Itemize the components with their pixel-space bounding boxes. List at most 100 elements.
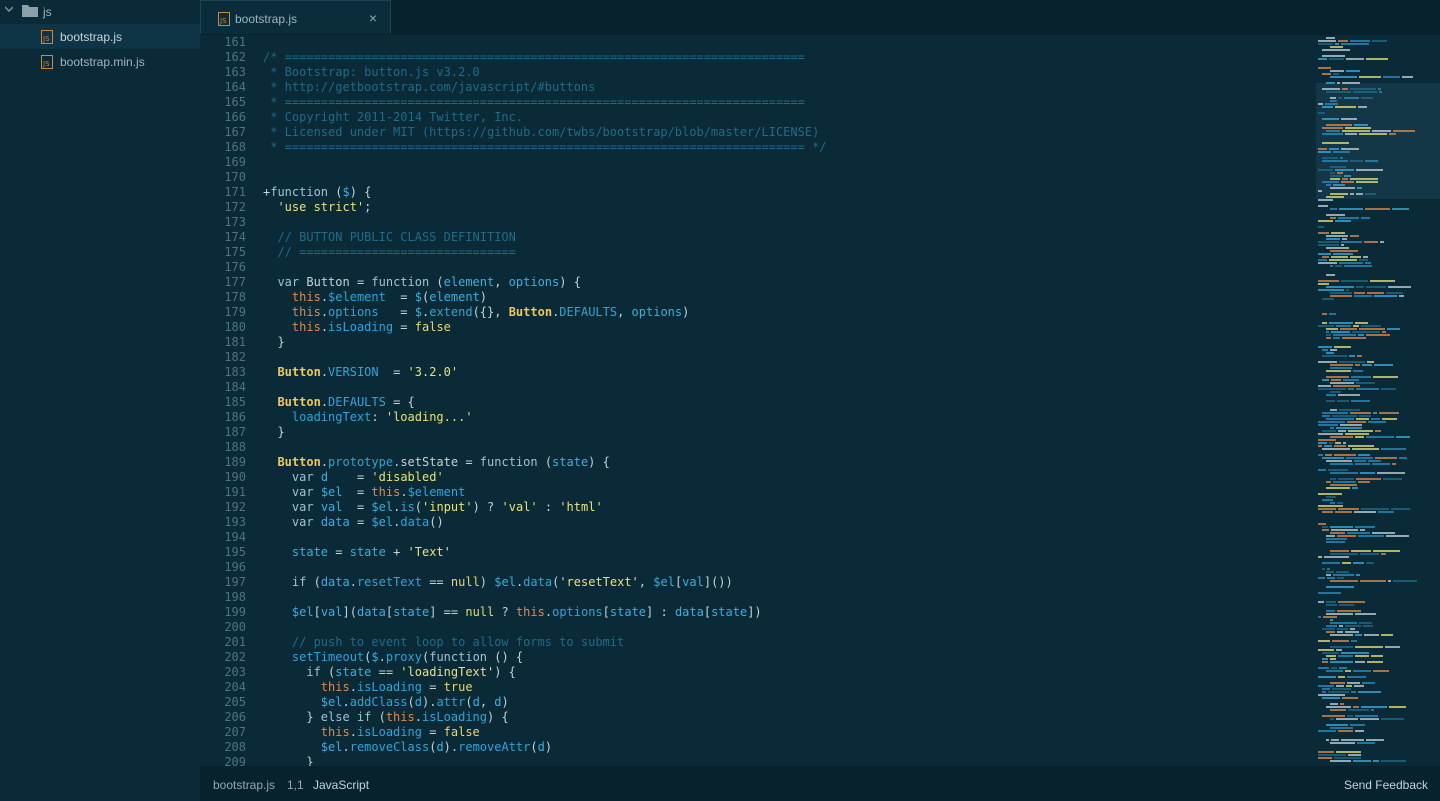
minimap-code-mark: [1322, 118, 1339, 120]
code-line[interactable]: 173: [200, 215, 1310, 230]
token: ): [501, 695, 509, 709]
code-line[interactable]: 207 this.isLoading = false: [200, 725, 1310, 740]
minimap-code-mark: [1341, 739, 1364, 741]
chevron-down-icon[interactable]: [5, 5, 13, 13]
code-line[interactable]: 201 // push to event loop to allow forms…: [200, 635, 1310, 650]
token: Button: [508, 305, 553, 319]
token: ) {: [487, 710, 509, 724]
code-line[interactable]: 177 var Button = function (element, opti…: [200, 275, 1310, 290]
code-line[interactable]: 166 * Copyright 2011-2014 Twitter, Inc.: [200, 110, 1310, 125]
code-line[interactable]: 181 }: [200, 335, 1310, 350]
code-line[interactable]: 164 * http://getbootstrap.com/javascript…: [200, 80, 1310, 95]
code-line[interactable]: 199 $el[val](data[state] == null ? this.…: [200, 605, 1310, 620]
code-line[interactable]: 188: [200, 440, 1310, 455]
code-line[interactable]: 195 state = state + 'Text': [200, 545, 1310, 560]
code-line[interactable]: 190 var d = 'disabled': [200, 470, 1310, 485]
code-editor[interactable]: 161 162 /* ===============================…: [200, 35, 1310, 766]
code-line[interactable]: 184: [200, 380, 1310, 395]
code-line[interactable]: 209 }: [200, 755, 1310, 766]
minimap-code-mark: [1353, 760, 1371, 762]
token: isLoading: [328, 320, 394, 334]
code-line[interactable]: 197 if (data.resetText == null) $el.data…: [200, 575, 1310, 590]
code-line[interactable]: 169: [200, 155, 1310, 170]
line-source: this.isLoading = false: [263, 725, 480, 740]
minimap-code-mark: [1351, 376, 1371, 378]
code-line[interactable]: 174 // BUTTON PUBLIC CLASS DEFINITION: [200, 230, 1310, 245]
code-line[interactable]: 161: [200, 35, 1310, 50]
code-line[interactable]: 171 +function ($) {: [200, 185, 1310, 200]
status-cursor-position[interactable]: 1,1: [287, 778, 304, 792]
code-line[interactable]: 165 * ==================================…: [200, 95, 1310, 110]
token: options: [631, 305, 683, 319]
code-line[interactable]: 193 var data = $el.data(): [200, 515, 1310, 530]
minimap-code-mark: [1336, 571, 1349, 573]
code-line[interactable]: 208 $el.removeClass(d).removeAttr(d): [200, 740, 1310, 755]
code-line[interactable]: 189 Button.prototype.setState = function…: [200, 455, 1310, 470]
line-number: 196: [224, 560, 246, 574]
code-line[interactable]: 162 /* ==================================…: [200, 50, 1310, 65]
code-line[interactable]: 204 this.isLoading = true: [200, 680, 1310, 695]
token: ] ==: [429, 605, 466, 619]
code-line[interactable]: 172 'use strict';: [200, 200, 1310, 215]
code-line[interactable]: 191 var $el = this.$element: [200, 485, 1310, 500]
minimap-code-mark: [1355, 646, 1383, 648]
token: =: [378, 365, 408, 379]
code-line[interactable]: 168 * ==================================…: [200, 140, 1310, 155]
code-line[interactable]: 192 var val = $el.is('input') ? 'val' : …: [200, 500, 1310, 515]
folder-js[interactable]: js: [0, 0, 200, 24]
code-line[interactable]: 183 Button.VERSION = '3.2.0': [200, 365, 1310, 380]
code-line[interactable]: 175 // ==============================: [200, 245, 1310, 260]
code-line[interactable]: 167 * Licensed under MIT (https://github…: [200, 125, 1310, 140]
minimap-code-mark: [1379, 412, 1399, 414]
status-language[interactable]: JavaScript: [313, 778, 369, 792]
minimap-code-mark: [1330, 166, 1346, 168]
minimap-code-mark: [1381, 448, 1406, 450]
code-line[interactable]: 179 this.options = $.extend({}, Button.D…: [200, 305, 1310, 320]
code-line[interactable]: 185 Button.DEFAULTS = {: [200, 395, 1310, 410]
minimap-code-mark: [1330, 634, 1353, 636]
line-number: 194: [224, 530, 246, 544]
code-line[interactable]: 205 $el.addClass(d).attr(d, d): [200, 695, 1310, 710]
code-line[interactable]: 200: [200, 620, 1310, 635]
code-line[interactable]: 206 } else if (this.isLoading) {: [200, 710, 1310, 725]
minimap-code-mark: [1332, 688, 1351, 690]
code-line[interactable]: 194: [200, 530, 1310, 545]
line-source: Button.DEFAULTS = {: [263, 395, 414, 410]
token: this: [320, 680, 350, 694]
code-line[interactable]: 178 this.$element = $(element): [200, 290, 1310, 305]
token: =: [393, 320, 415, 334]
code-line[interactable]: 187 }: [200, 425, 1310, 440]
minimap-code-mark: [1318, 754, 1346, 756]
code-line[interactable]: 176: [200, 260, 1310, 275]
minimap[interactable]: [1310, 35, 1440, 766]
minimap-code-mark: [1335, 43, 1339, 45]
close-icon[interactable]: ×: [369, 11, 377, 25]
code-line[interactable]: 180 this.isLoading = false: [200, 320, 1310, 335]
minimap-code-mark: [1381, 634, 1393, 636]
line-source: var data = $el.data(): [263, 515, 444, 530]
minimap-code-mark: [1322, 526, 1328, 528]
minimap-code-mark: [1330, 292, 1352, 294]
code-line[interactable]: 182: [200, 350, 1310, 365]
code-line[interactable]: 196: [200, 560, 1310, 575]
file-item-bootstrap-js[interactable]: JS bootstrap.js: [0, 24, 200, 49]
code-line[interactable]: 203 if (state == 'loadingText') {: [200, 665, 1310, 680]
code-line[interactable]: 186 loadingText: 'loading...': [200, 410, 1310, 425]
code-line[interactable]: 170: [200, 170, 1310, 185]
code-line[interactable]: 163 * Bootstrap: button.js v3.2.0: [200, 65, 1310, 80]
tab-bootstrap-js[interactable]: JS bootstrap.js ×: [200, 0, 391, 34]
code-line[interactable]: 202 setTimeout($.proxy(function () {: [200, 650, 1310, 665]
minimap-code-mark: [1339, 625, 1343, 627]
file-item-bootstrap-min-js[interactable]: JS bootstrap.min.js: [0, 49, 200, 74]
minimap-code-mark: [1335, 442, 1341, 444]
minimap-code-mark: [1358, 535, 1384, 537]
minimap-code-mark: [1326, 247, 1349, 249]
token: (: [429, 275, 444, 289]
code-line[interactable]: 198: [200, 590, 1310, 605]
send-feedback-link[interactable]: Send Feedback: [1344, 778, 1428, 792]
